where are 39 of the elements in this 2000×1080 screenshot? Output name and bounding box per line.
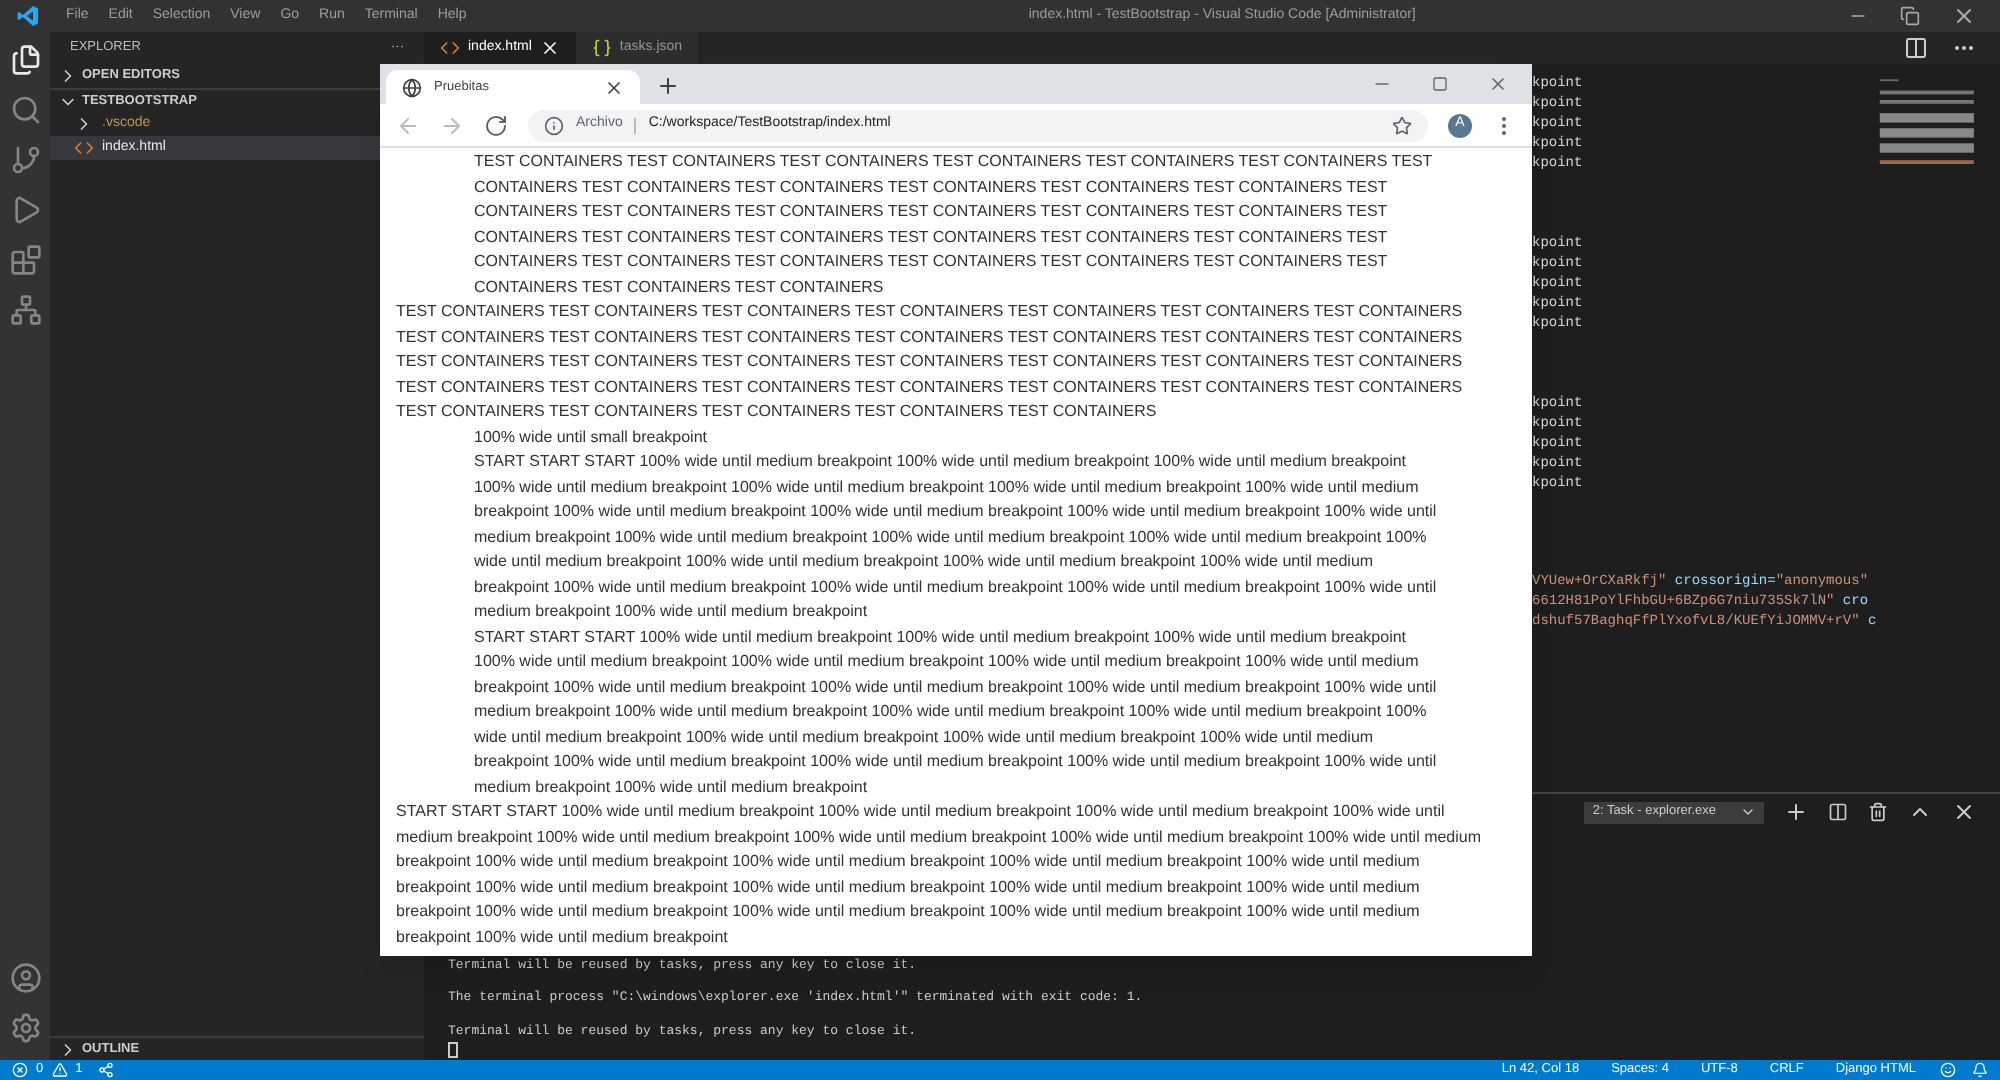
close-icon[interactable] bbox=[539, 38, 560, 58]
files-icon[interactable] bbox=[9, 44, 41, 76]
chevron-down-icon bbox=[1740, 804, 1756, 820]
feedback-icon[interactable] bbox=[1940, 1062, 1956, 1078]
page-paragraph: TEST CONTAINERS TEST CONTAINERS TEST CONTAINERS TEST CONTAINERS TEST CONTAINERS TEST CONTAINERS TEST CONTAINERS TEST CONTAINERS TEST CONTAINERS TEST CONTAINERS TEST CONTAINERS TEST CONTAINERS TEST CONTAINERS TEST CONTAINERS TEST CONTAINERS TEST CONTAINERS TEST CONTAINERS TEST CONTAINERS TEST CONTAINERS TEST CONTAINERS TEST CONTAINERS TEST CONTAINERS TEST CONTAINERS TEST CONTAINERS TEST CONTAINERS TEST CONTAINERS TEST CONTAINERS TEST CONTAINERS TEST CONTAINERS TEST CONTAINERS TEST CONTAINERS TEST CONTAINERS TEST CONTAINERS bbox=[396, 300, 1465, 424]
page-paragraph: START START START 100% wide until medium breakpoint 100% wide until medium breakpoint 100% wide until medium breakpoint 100% wide until medium breakpoint 100% wide until medium breakpoint 100% wide until medium breakpoint 100% wide until medium breakpoint 100% wide until medium breakpoint 100% wide until medium breakpoint 100% wide until medium breakpoint 100% wide until medium breakpoint 100% wide until medium breakpoint 100% wide until medium breakpoint 100% wide until medium breakpoint 100% wide until medium breakpoint 100% wide until medium breakpoint 100% wide until medium breakpoint 100% wide until medium breakpoint 100% wide until medium breakpoint 100% wide until medium breakpoint 100% wide until medium breakpoint bbox=[396, 800, 1484, 950]
page-paragraph: TEST CONTAINERS TEST CONTAINERS TEST CONTAINERS TEST CONTAINERS TEST CONTAINERS TEST CONTAINERS TEST CONTAINERS TEST CONTAINERS TEST CONTAINERS TEST CONTAINERS TEST CONTAINERS TEST CONTAINERS TEST CONTAINERS TEST CONTAINERS TEST CONTAINERS TEST CONTAINERS TEST CONTAINERS TEST CONTAINERS TEST CONTAINERS TEST CONTAINERS TEST CONTAINERS TEST CONTAINERS TEST CONTAINERS TEST CONTAINERS TEST CONTAINERS TEST CONTAINERS TEST CONTAINERS TEST CONTAINERS TEST CONTAINERS TEST CONTAINERS TEST CONTAINERS TEST CONTAINERS TEST CONTAINERS bbox=[474, 150, 1435, 299]
globe-icon bbox=[402, 77, 422, 97]
search-icon[interactable] bbox=[9, 94, 41, 126]
trash-icon[interactable] bbox=[1868, 802, 1888, 822]
split-terminal-icon[interactable] bbox=[1828, 802, 1848, 822]
restore-icon[interactable] bbox=[1900, 6, 1920, 26]
settings-icon[interactable] bbox=[9, 1012, 41, 1044]
plus-icon[interactable] bbox=[1784, 800, 1808, 824]
close-icon[interactable] bbox=[604, 77, 624, 97]
json-file-icon bbox=[591, 38, 612, 58]
error-icon bbox=[12, 1062, 28, 1078]
branch-icon[interactable] bbox=[9, 144, 41, 176]
new-tab-icon[interactable] bbox=[656, 74, 680, 98]
reload-icon[interactable] bbox=[484, 113, 508, 137]
split-editor-icon[interactable] bbox=[1904, 36, 1928, 60]
network-icon[interactable] bbox=[9, 294, 41, 326]
info-icon bbox=[544, 115, 564, 135]
star-icon[interactable] bbox=[1392, 115, 1412, 135]
warning-icon bbox=[51, 1062, 68, 1078]
play-icon[interactable] bbox=[9, 194, 41, 226]
page-paragraph: START START START 100% wide until medium breakpoint 100% wide until medium breakpoint 100% wide until medium breakpoint 100% wide until medium breakpoint 100% wide until medium breakpoint 100% wide until medium breakpoint 100% wide until medium breakpoint 100% wide until medium breakpoint 100% wide until medium breakpoint 100% wide until medium breakpoint 100% wide until medium breakpoint 100% wide until medium breakpoint 100% wide until medium breakpoint 100% wide until medium breakpoint 100% wide until medium breakpoint 100% wide until medium breakpoint 100% wide until medium breakpoint 100% wide until medium breakpoint 100% wide until medium breakpoint 100% wide until medium breakpoint 100% wide until medium breakpoint 100% wide until medium breakpoint 100% wide until medium breakpoint bbox=[474, 625, 1438, 800]
page-paragraph: START START START 100% wide until medium breakpoint 100% wide until medium breakpoint 100% wide until medium breakpoint 100% wide until medium breakpoint 100% wide until medium breakpoint 100% wide until medium breakpoint 100% wide until medium breakpoint 100% wide until medium breakpoint 100% wide until medium breakpoint 100% wide until medium breakpoint 100% wide until medium breakpoint 100% wide until medium breakpoint 100% wide until medium breakpoint 100% wide until medium breakpoint 100% wide until medium breakpoint 100% wide until medium breakpoint 100% wide until medium breakpoint 100% wide until medium breakpoint 100% wide until medium breakpoint 100% wide until medium breakpoint 100% wide until medium breakpoint 100% wide until medium breakpoint 100% wide until medium breakpoint bbox=[474, 450, 1438, 624]
terminal-cursor bbox=[448, 1042, 458, 1058]
html-file-icon bbox=[440, 38, 460, 58]
bell-icon[interactable] bbox=[1972, 1062, 1988, 1078]
close-icon[interactable] bbox=[1952, 800, 1976, 824]
vscode-logo-icon bbox=[16, 4, 40, 28]
share-icon[interactable] bbox=[98, 1062, 115, 1078]
account-icon[interactable] bbox=[9, 962, 41, 994]
page-paragraph: 100% wide until small breakpoint bbox=[474, 425, 710, 450]
html-file-icon bbox=[74, 138, 94, 158]
maximize-icon[interactable] bbox=[1432, 76, 1448, 92]
extensions-icon[interactable] bbox=[9, 244, 41, 276]
